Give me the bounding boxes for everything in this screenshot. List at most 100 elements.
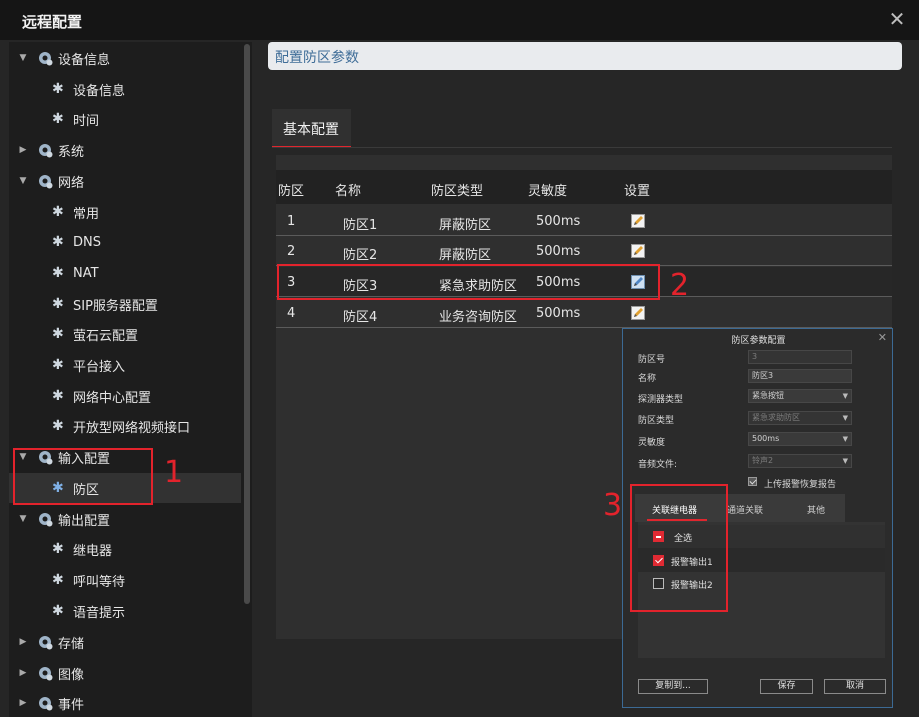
gear-icon: ✱	[52, 572, 64, 588]
tree-label: 网络	[58, 175, 85, 191]
detector-type-select[interactable]: 紧急按钮 ▼	[748, 389, 852, 403]
edit-icon[interactable]	[631, 214, 645, 228]
tree-item-system[interactable]: ▶ 系统	[9, 135, 241, 165]
gear-icon	[39, 513, 53, 527]
window-title: 远程配置	[22, 13, 83, 31]
gear-icon: ✱	[52, 541, 64, 557]
tree-item-network[interactable]: ▼ 网络	[9, 166, 241, 196]
gear-icon: ✱	[52, 418, 64, 434]
gear-icon: ✱	[52, 81, 64, 97]
gear-icon	[39, 667, 53, 681]
tree-item-device-info[interactable]: ▼ 设备信息	[9, 43, 241, 73]
chevron-down-icon: ▼	[842, 392, 848, 400]
tree-item-platform-access[interactable]: ✱ 平台接入	[9, 350, 241, 380]
tree-item-network-center[interactable]: ✱ 网络中心配置	[9, 381, 241, 411]
tree-item-storage[interactable]: ▶ 存储	[9, 627, 241, 657]
tree-label: 常用	[73, 206, 100, 222]
tree-item-nat[interactable]: ✱ NAT	[9, 258, 241, 288]
column-header-zone-type: 防区类型	[431, 184, 484, 199]
tab-other[interactable]: 其他	[807, 503, 825, 516]
collapse-arrow-icon[interactable]: ▶	[18, 698, 28, 708]
tree-item-ezviz-cloud[interactable]: ✱ 萤石云配置	[9, 319, 241, 349]
label-zone-type: 防区类型	[638, 416, 675, 426]
gear-icon: ✱	[52, 204, 64, 220]
gear-icon	[39, 52, 53, 66]
tree-item-sip-server[interactable]: ✱ SIP服务器配置	[9, 289, 241, 319]
close-icon[interactable]: ✕	[885, 7, 909, 31]
tree-label: 设备信息	[58, 52, 111, 68]
tab-channel-link[interactable]: 通道关联	[727, 503, 763, 516]
tree-item-dns[interactable]: ✱ DNS	[9, 227, 241, 257]
tree-label: 输出配置	[58, 513, 111, 529]
gear-icon: ✱	[52, 603, 64, 619]
tree-label: 时间	[73, 113, 100, 129]
tree-item-device-info-sub[interactable]: ✱ 设备信息	[9, 74, 241, 104]
gear-icon: ✱	[52, 326, 64, 342]
zone-no-field: 3	[748, 350, 852, 364]
tree-label: 系统	[58, 144, 85, 160]
name-input[interactable]: 防区3	[748, 369, 852, 383]
tab-label: 基本配置	[283, 122, 339, 138]
tree-label: 呼叫等待	[73, 574, 126, 590]
tree-label: NAT	[73, 265, 99, 281]
tree-item-voice-prompt[interactable]: ✱ 语音提示	[9, 596, 241, 626]
column-header-zone: 防区	[278, 184, 305, 199]
tree-item-call-waiting[interactable]: ✱ 呼叫等待	[9, 565, 241, 595]
sidebar-scrollbar[interactable]	[244, 44, 250, 604]
gear-icon	[39, 697, 53, 711]
tree-label: SIP服务器配置	[73, 298, 158, 314]
label-name: 名称	[638, 374, 657, 384]
section-title: 配置防区参数	[275, 50, 359, 66]
gear-icon: ✱	[52, 265, 64, 281]
tab-basic-config[interactable]: 基本配置	[272, 109, 351, 148]
tree-label: 图像	[58, 667, 85, 683]
label-audio-file: 音频文件:	[638, 460, 678, 470]
gear-icon: ✱	[52, 111, 64, 127]
sidebar-tree: ▼ 设备信息 ✱ 设备信息 ✱ 时间 ▶ 系统 ▼ 网络 ✱ 常用 ✱ DNS	[9, 42, 252, 717]
tree-item-time[interactable]: ✱ 时间	[9, 104, 241, 134]
cell-zone-type: 业务咨询防区	[439, 310, 518, 325]
upload-report-checkbox[interactable]	[748, 477, 757, 486]
tree-item-output-config[interactable]: ▼ 输出配置	[9, 504, 241, 534]
table-header	[276, 170, 892, 204]
cell-sensitivity: 500ms	[536, 214, 581, 229]
dialog-title: 防区参数配置	[731, 336, 786, 346]
tree-label: 开放型网络视频接口	[73, 420, 191, 436]
expand-arrow-icon[interactable]: ▼	[18, 53, 28, 63]
cell-zone-name: 防区1	[343, 218, 378, 233]
tree-item-image[interactable]: ▶ 图像	[9, 658, 241, 688]
cell-zone-name: 防区2	[343, 248, 378, 263]
tree-item-common[interactable]: ✱ 常用	[9, 197, 241, 227]
edit-icon[interactable]	[631, 244, 645, 258]
gear-icon	[39, 175, 53, 189]
tree-label: 网络中心配置	[73, 390, 152, 406]
tree-item-onvif[interactable]: ✱ 开放型网络视频接口	[9, 411, 241, 441]
annotation-box-3	[630, 484, 728, 612]
tree-label: 设备信息	[73, 83, 126, 99]
cell-zone-type: 屏蔽防区	[439, 248, 492, 263]
gear-icon	[39, 144, 53, 158]
collapse-arrow-icon[interactable]: ▶	[18, 668, 28, 678]
tree-label: 事件	[58, 697, 85, 713]
annotation-box-1	[13, 448, 153, 505]
save-button[interactable]: 保存	[760, 679, 813, 694]
copy-to-button[interactable]: 复制到...	[638, 679, 708, 694]
expand-arrow-icon[interactable]: ▼	[18, 514, 28, 524]
collapse-arrow-icon[interactable]: ▶	[18, 145, 28, 155]
tree-label: 萤石云配置	[73, 328, 139, 344]
expand-arrow-icon[interactable]: ▼	[18, 176, 28, 186]
label-detector-type: 探测器类型	[638, 395, 684, 405]
tree-item-relay[interactable]: ✱ 继电器	[9, 534, 241, 564]
annotation-box-2	[277, 264, 660, 300]
tree-item-event[interactable]: ▶ 事件	[9, 688, 241, 717]
tree-label: 存储	[58, 636, 85, 652]
field-value: 3	[752, 352, 758, 361]
collapse-arrow-icon[interactable]: ▶	[18, 637, 28, 647]
close-icon[interactable]: ✕	[878, 331, 887, 344]
label-zone-no: 防区号	[638, 355, 666, 365]
chevron-down-icon: ▼	[842, 414, 848, 422]
edit-icon[interactable]	[631, 306, 645, 320]
sensitivity-select[interactable]: 500ms ▼	[748, 432, 852, 446]
cell-sensitivity: 500ms	[536, 244, 581, 259]
cancel-button[interactable]: 取消	[824, 679, 886, 694]
